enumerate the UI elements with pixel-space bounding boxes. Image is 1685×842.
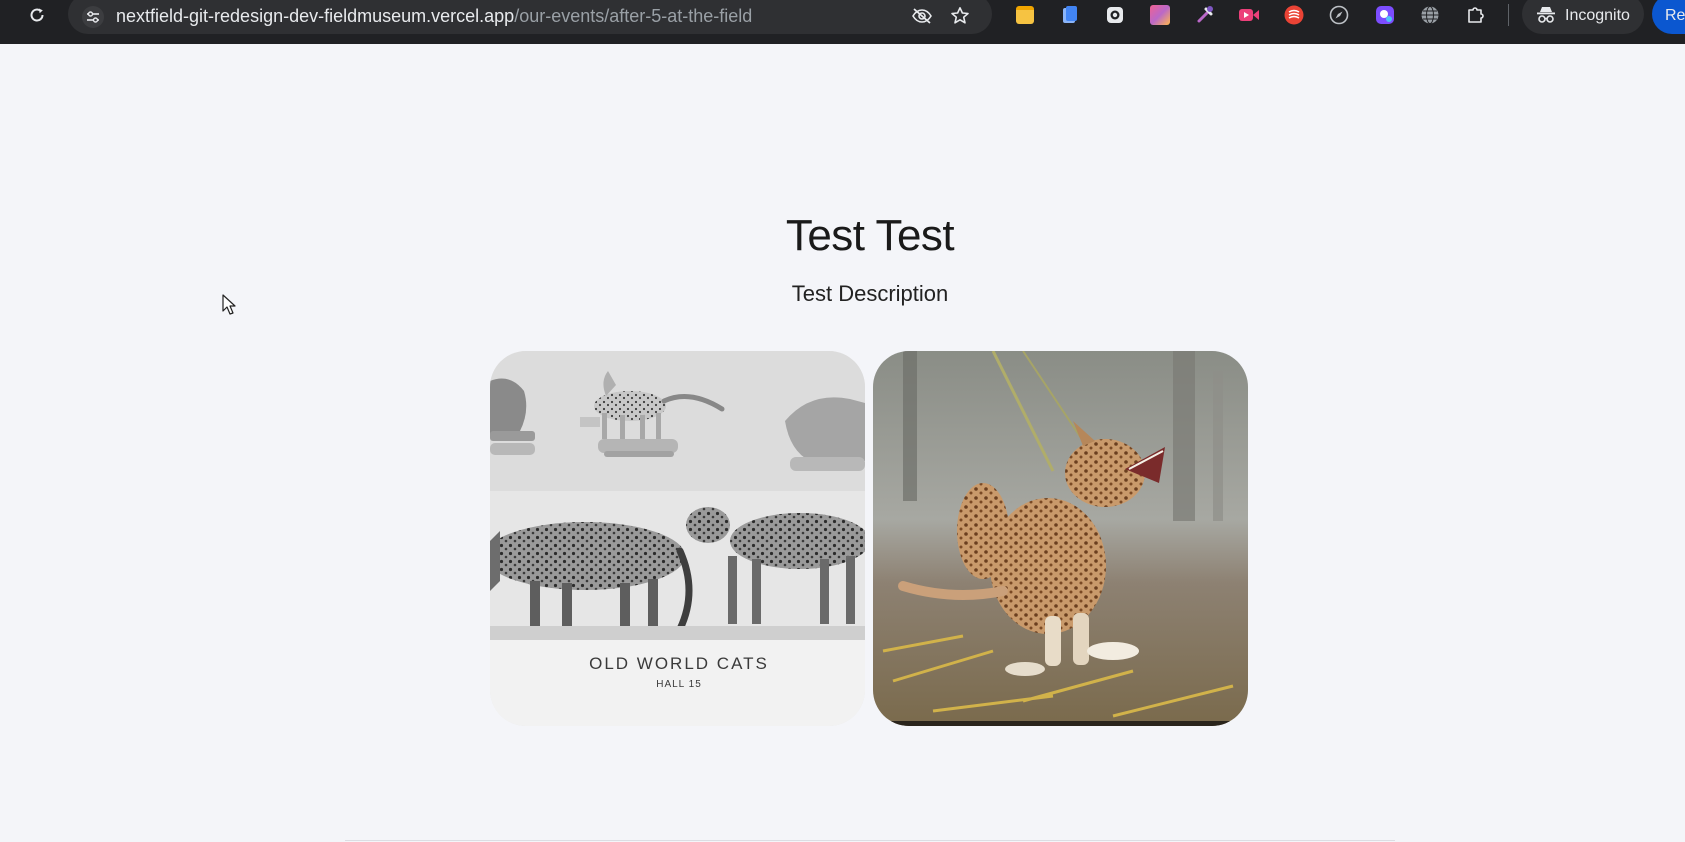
toolbar-separator <box>1508 4 1509 26</box>
browser-toolbar: nextfield-git-redesign-dev-fieldmuseum.v… <box>0 0 1685 44</box>
video-extension-icon[interactable] <box>1237 3 1261 27</box>
globe-extension-icon[interactable] <box>1418 3 1442 27</box>
red-extension-icon[interactable] <box>1282 3 1306 27</box>
gradient-extension-icon[interactable] <box>1148 3 1172 27</box>
page-description: Test Description <box>791 281 949 306</box>
puzzle-extensions-icon[interactable] <box>1464 3 1488 27</box>
camera-extension-icon[interactable] <box>1103 3 1127 27</box>
notes-extension-icon[interactable] <box>1013 3 1037 27</box>
incognito-label: Incognito <box>1565 7 1630 24</box>
screenshot-extension-icon[interactable] <box>1373 3 1397 27</box>
site-info-tune-icon[interactable] <box>82 6 104 28</box>
old-world-cats-image: OLD WORLD CATS HALL 15 <box>490 351 865 726</box>
section-divider <box>345 840 1395 841</box>
snarling-cat-image <box>873 351 1248 726</box>
url-text[interactable]: nextfield-git-redesign-dev-fieldmuseum.v… <box>116 6 752 26</box>
profile-label: Re <box>1665 7 1685 24</box>
compass-extension-icon[interactable] <box>1327 3 1351 27</box>
eyedropper-extension-icon[interactable] <box>1193 3 1217 27</box>
mouse-cursor-icon <box>222 294 236 315</box>
incognito-icon <box>1537 7 1555 23</box>
url-domain: nextfield-git-redesign-dev-fieldmuseum.v… <box>116 6 515 26</box>
incognito-badge[interactable]: Incognito <box>1522 0 1644 34</box>
url-path: /our-events/after-5-at-the-field <box>514 6 753 26</box>
clipboard-extension-icon[interactable] <box>1058 3 1082 27</box>
image-caption-line2: HALL 15 <box>656 679 702 690</box>
address-bar[interactable]: nextfield-git-redesign-dev-fieldmuseum.v… <box>68 0 992 34</box>
image-caption-line1: OLD WORLD CATS <box>589 654 769 673</box>
reload-icon[interactable] <box>24 2 50 28</box>
profile-button[interactable]: Re <box>1652 0 1685 34</box>
bookmark-star-icon[interactable] <box>948 4 972 28</box>
page-title: Test Test <box>785 211 955 260</box>
eye-off-icon[interactable] <box>910 4 934 28</box>
